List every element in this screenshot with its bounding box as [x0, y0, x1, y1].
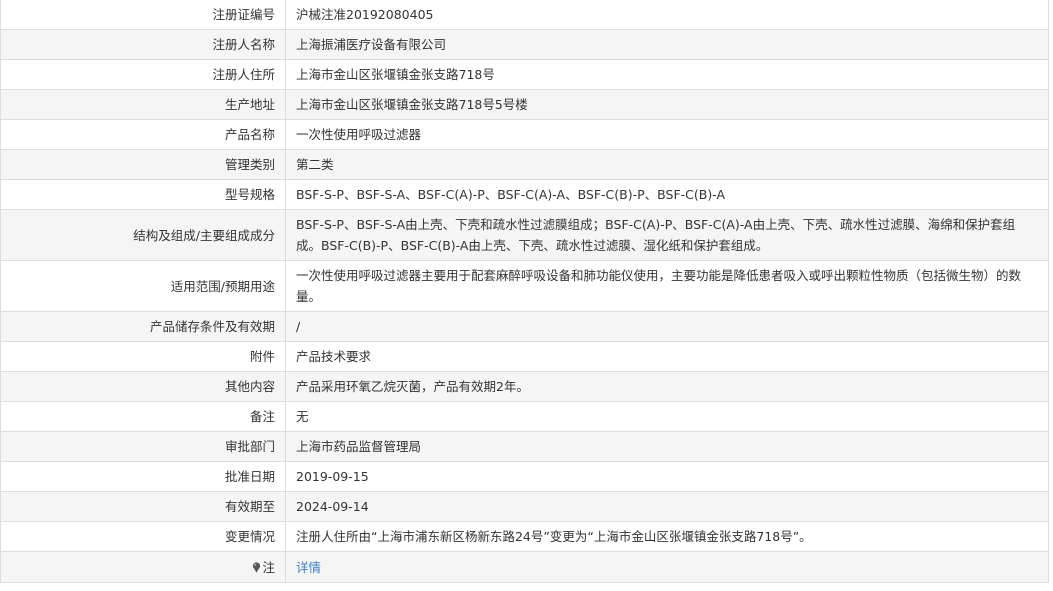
- row-value: 一次性使用呼吸过滤器: [285, 119, 1049, 150]
- row-approval-date: 批准日期 2019-09-15: [0, 461, 1049, 492]
- row-change-status: 变更情况 注册人住所由“上海市浦东新区杨新东路24号”变更为“上海市金山区张堰镇…: [0, 521, 1049, 552]
- row-value: 上海市药品监督管理局: [285, 431, 1049, 462]
- row-value: 详情: [285, 551, 1049, 583]
- row-label: 批准日期: [0, 461, 286, 492]
- row-registrant-address: 注册人住所 上海市金山区张堰镇金张支路718号: [0, 59, 1049, 90]
- row-label: 变更情况: [0, 521, 286, 552]
- row-note: 注 详情: [0, 551, 1049, 583]
- row-label: 有效期至: [0, 491, 286, 522]
- row-remarks: 备注 无: [0, 401, 1049, 432]
- row-management-category: 管理类别 第二类: [0, 149, 1049, 180]
- row-approval-department: 审批部门 上海市药品监督管理局: [0, 431, 1049, 462]
- row-value: 第二类: [285, 149, 1049, 180]
- row-model-spec: 型号规格 BSF-S-P、BSF-S-A、BSF-C(A)-P、BSF-C(A)…: [0, 179, 1049, 210]
- row-value: 无: [285, 401, 1049, 432]
- row-value: 产品技术要求: [285, 341, 1049, 372]
- row-value: 一次性使用呼吸过滤器主要用于配套麻醉呼吸设备和肺功能仪使用，主要功能是降低患者吸…: [285, 260, 1049, 312]
- row-value: 注册人住所由“上海市浦东新区杨新东路24号”变更为“上海市金山区张堰镇金张支路7…: [285, 521, 1049, 552]
- row-other-content: 其他内容 产品采用环氧乙烷灭菌，产品有效期2年。: [0, 371, 1049, 402]
- row-label: 适用范围/预期用途: [0, 260, 286, 312]
- row-intended-use: 适用范围/预期用途 一次性使用呼吸过滤器主要用于配套麻醉呼吸设备和肺功能仪使用，…: [0, 260, 1049, 312]
- row-value: 产品采用环氧乙烷灭菌，产品有效期2年。: [285, 371, 1049, 402]
- row-registration-number: 注册证编号 沪械注准20192080405: [0, 0, 1049, 30]
- row-value: /: [285, 311, 1049, 342]
- row-label: 其他内容: [0, 371, 286, 402]
- row-label: 产品储存条件及有效期: [0, 311, 286, 342]
- row-structure-composition: 结构及组成/主要组成成分 BSF-S-P、BSF-S-A由上壳、下壳和疏水性过滤…: [0, 209, 1049, 261]
- details-link[interactable]: 详情: [296, 560, 321, 575]
- row-label: 注册人住所: [0, 59, 286, 90]
- row-production-address: 生产地址 上海市金山区张堰镇金张支路718号5号楼: [0, 89, 1049, 120]
- row-value: 上海市金山区张堰镇金张支路718号: [285, 59, 1049, 90]
- row-registrant-name: 注册人名称 上海振浦医疗设备有限公司: [0, 29, 1049, 60]
- row-label: 管理类别: [0, 149, 286, 180]
- row-value: BSF-S-P、BSF-S-A由上壳、下壳和疏水性过滤膜组成；BSF-C(A)-…: [285, 209, 1049, 261]
- note-label: 注: [262, 559, 275, 575]
- row-label: 产品名称: [0, 119, 286, 150]
- row-label: 注册证编号: [0, 0, 286, 30]
- note-pin-icon: [253, 561, 261, 573]
- row-label: 附件: [0, 341, 286, 372]
- row-label: 审批部门: [0, 431, 286, 462]
- row-valid-until: 有效期至 2024-09-14: [0, 491, 1049, 522]
- row-attachment: 附件 产品技术要求: [0, 341, 1049, 372]
- row-label: 注: [0, 551, 286, 583]
- row-label: 注册人名称: [0, 29, 286, 60]
- row-value: 沪械注准20192080405: [285, 0, 1049, 30]
- row-value: 上海市金山区张堰镇金张支路718号5号楼: [285, 89, 1049, 120]
- row-value: 2019-09-15: [285, 461, 1049, 492]
- row-value: 上海振浦医疗设备有限公司: [285, 29, 1049, 60]
- row-value: BSF-S-P、BSF-S-A、BSF-C(A)-P、BSF-C(A)-A、BS…: [285, 179, 1049, 210]
- row-label: 备注: [0, 401, 286, 432]
- row-value: 2024-09-14: [285, 491, 1049, 522]
- row-storage-validity: 产品储存条件及有效期 /: [0, 311, 1049, 342]
- row-label: 生产地址: [0, 89, 286, 120]
- registration-info-table: 注册证编号 沪械注准20192080405 注册人名称 上海振浦医疗设备有限公司…: [0, 0, 1049, 583]
- row-label: 结构及组成/主要组成成分: [0, 209, 286, 261]
- row-product-name: 产品名称 一次性使用呼吸过滤器: [0, 119, 1049, 150]
- row-label: 型号规格: [0, 179, 286, 210]
